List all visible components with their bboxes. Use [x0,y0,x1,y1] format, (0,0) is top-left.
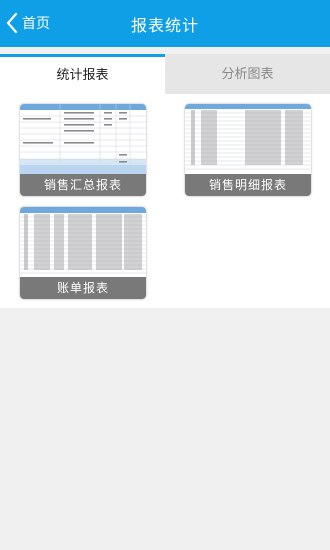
sales-detail-report-label: 销售明细报表 [185,174,311,196]
report-grid: 销售汇总报表 销售明细报表 账单报表 [0,94,330,308]
report-tabs: 统计报表 分析图表 [0,54,330,94]
tab-analysis-charts[interactable]: 分析图表 [165,54,330,94]
sales-summary-report-label: 销售汇总报表 [20,174,146,196]
report-card-sales-summary[interactable]: 销售汇总报表 [20,104,146,196]
bill-report-label: 账单报表 [20,277,146,299]
page-title: 报表统计 [130,16,199,35]
report-card-bills[interactable]: 账单报表 [20,207,146,299]
top-navbar: 首页 报表统计 [0,0,330,47]
tab-statistics-reports[interactable]: 统计报表 [0,54,165,94]
report-card-sales-detail[interactable]: 销售明细报表 [185,104,311,196]
